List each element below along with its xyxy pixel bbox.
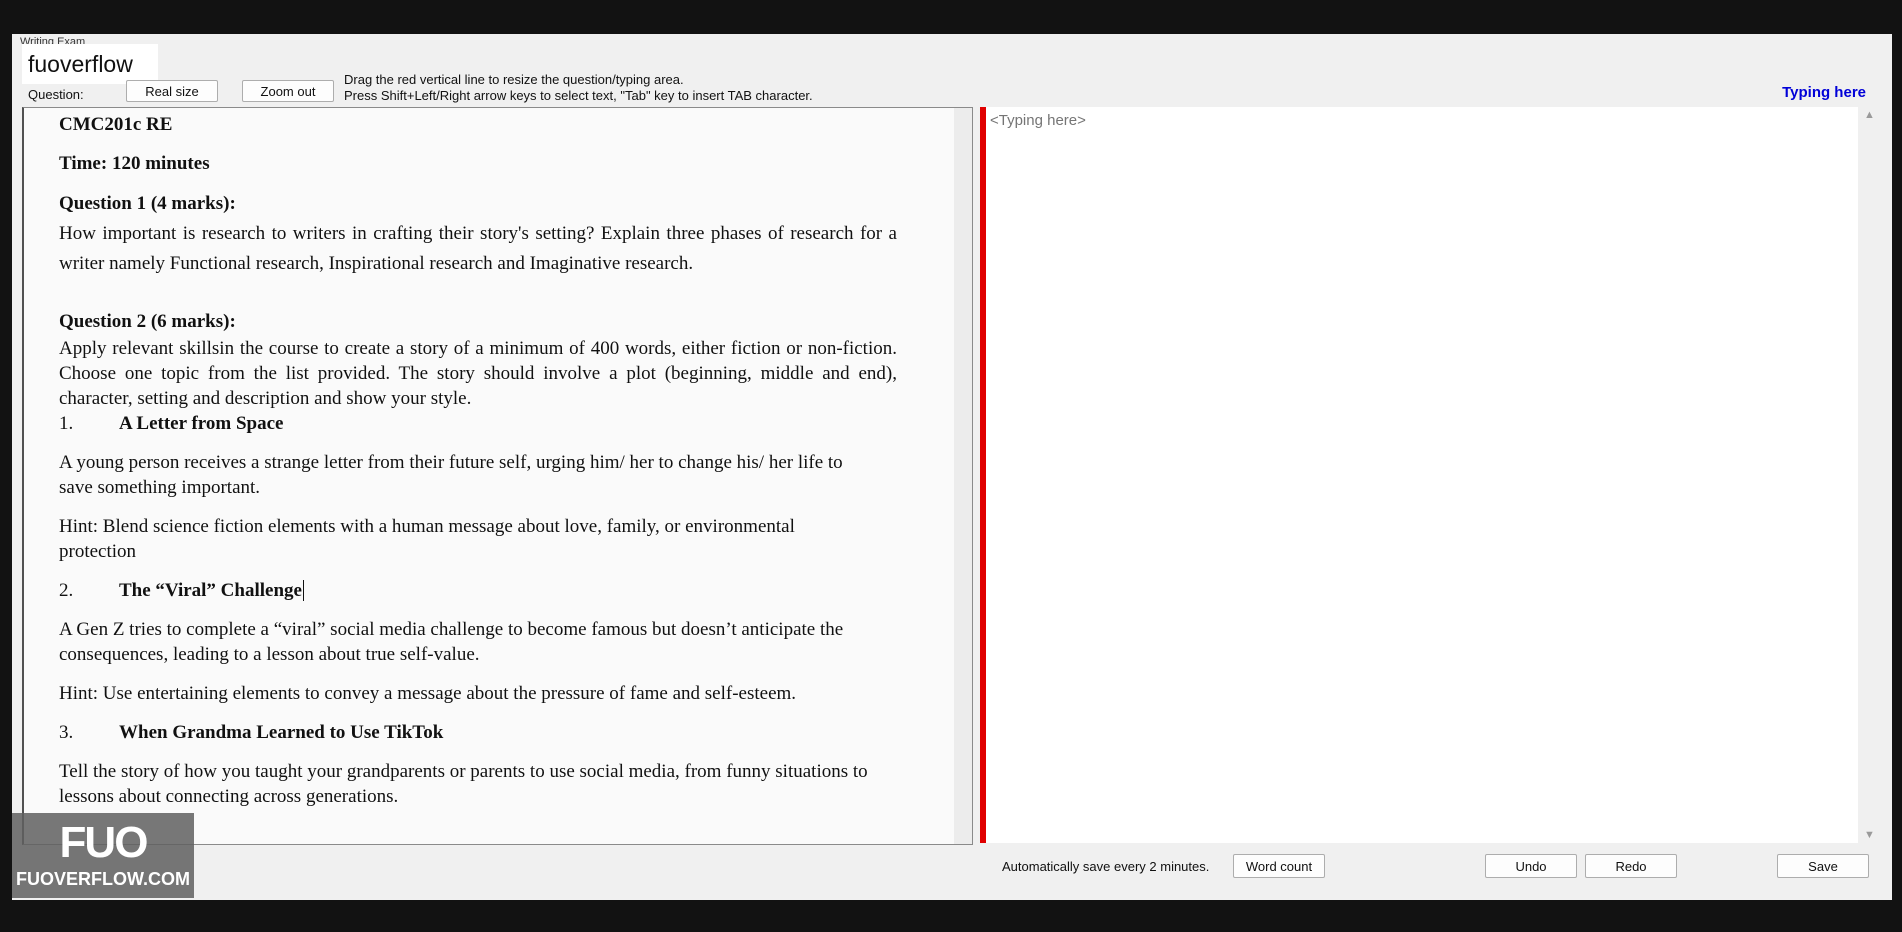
topic-title: 1. A Letter from Space: [59, 411, 897, 436]
question-scrollbar-track[interactable]: [954, 108, 972, 844]
question2-heading: Question 2 (6 marks):: [59, 311, 236, 332]
exam-window: Writing Exam fuoverflow Question: Real s…: [12, 34, 1892, 900]
topic-title: 2. The “Viral” Challenge: [59, 578, 897, 603]
real-size-button[interactable]: Real size: [126, 80, 218, 102]
typing-here-link[interactable]: Typing here: [1782, 84, 1866, 101]
exam-time: Time: 120 minutes: [59, 153, 210, 174]
topic-description: A young person receives a strange letter…: [59, 452, 843, 498]
word-count-button[interactable]: Word count: [1233, 854, 1325, 878]
save-button[interactable]: Save: [1777, 854, 1869, 878]
resize-hint: Drag the red vertical line to resize the…: [344, 72, 684, 87]
brand-label: fuoverflow: [22, 44, 158, 84]
topic-number: 2.: [59, 580, 74, 601]
topic-description: A Gen Z tries to complete a “viral” soci…: [59, 619, 844, 665]
autosave-status: Automatically save every 2 minutes.: [1002, 859, 1210, 874]
topic-number: 1.: [59, 413, 74, 434]
topic-title-text: A Letter from Space: [119, 413, 284, 434]
question1-heading: Question 1 (4 marks):: [59, 193, 236, 214]
topic-hint: Hint: Blend science fiction elements wit…: [59, 516, 795, 562]
undo-button[interactable]: Undo: [1485, 854, 1577, 878]
scroll-up-icon[interactable]: ▲: [1864, 109, 1875, 121]
scroll-down-icon[interactable]: ▼: [1864, 829, 1875, 841]
topic-description: Tell the story of how you taught your gr…: [59, 761, 868, 807]
answer-textarea[interactable]: [986, 107, 1858, 843]
watermark-site: FUOVERFLOW.COM: [16, 869, 190, 889]
keyboard-hint: Press Shift+Left/Right arrow keys to sel…: [344, 88, 813, 103]
topic-title: 3. When Grandma Learned to Use TikTok: [59, 720, 897, 745]
course-code: CMC201c RE: [59, 114, 173, 135]
topic-title-text: The “Viral” Challenge: [119, 580, 304, 601]
topic-hint: Hint: Use entertaining elements to conve…: [59, 683, 797, 704]
watermark-logo: FUO: [59, 818, 149, 867]
answer-scrollbar[interactable]: ▲ ▼: [1858, 107, 1882, 843]
question-pane: CMC201c RE Time: 120 minutes Question 1 …: [22, 107, 973, 845]
question-label: Question:: [28, 87, 84, 102]
question-content: CMC201c RE Time: 120 minutes Question 1 …: [59, 112, 897, 809]
zoom-out-button[interactable]: Zoom out: [242, 80, 334, 102]
topic-number: 3.: [59, 722, 74, 743]
question1-text: How important is research to writers in …: [59, 223, 897, 274]
watermark: FUO FUOVERFLOW.COM: [12, 813, 194, 898]
topic-title-text: When Grandma Learned to Use TikTok: [119, 722, 444, 743]
question2-text: Apply relevant skillsin the course to cr…: [59, 338, 897, 409]
redo-button[interactable]: Redo: [1585, 854, 1677, 878]
